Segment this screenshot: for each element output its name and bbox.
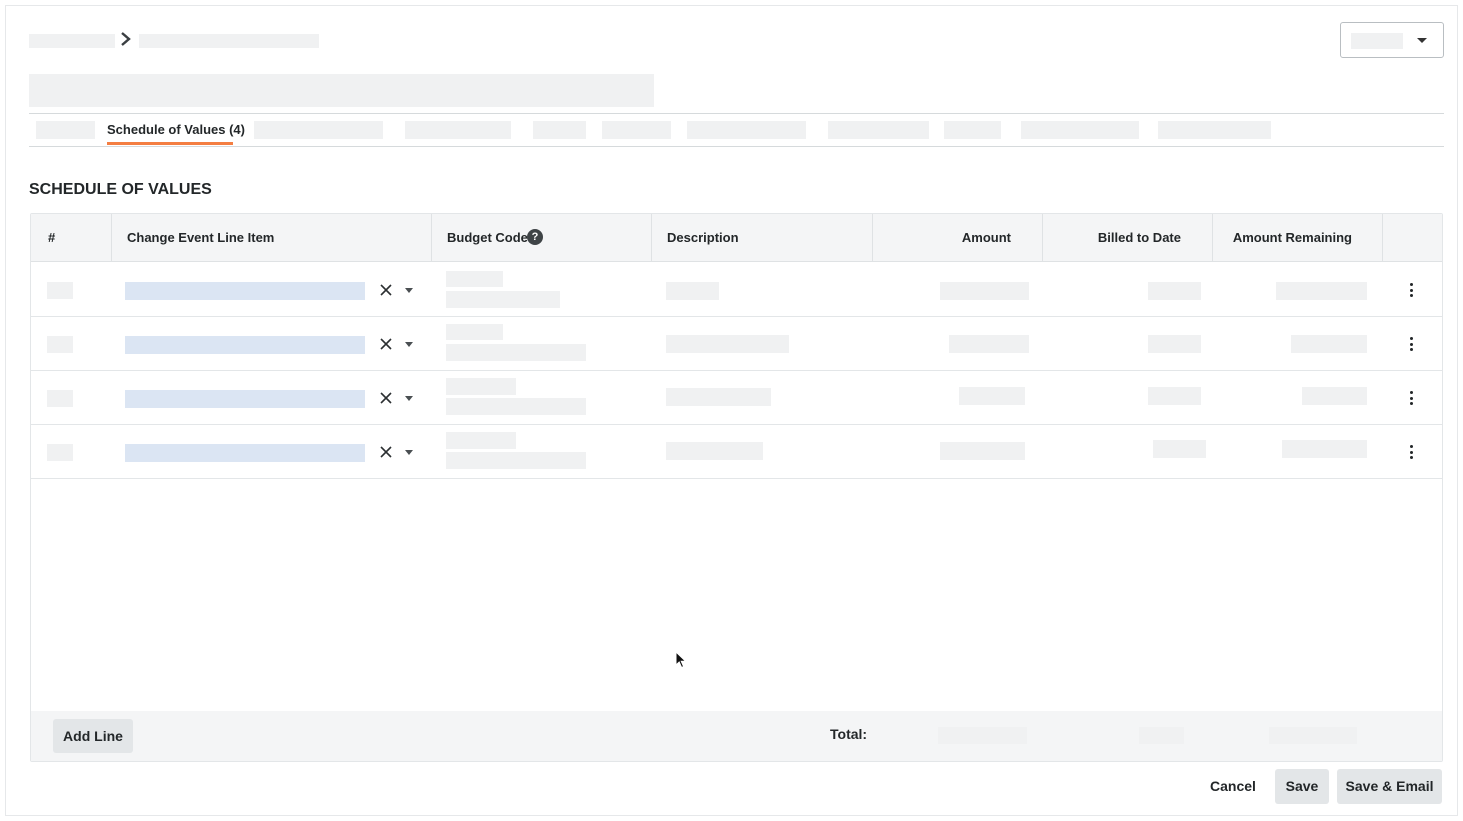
total-amount-skeleton	[938, 727, 1027, 744]
caret-down-icon[interactable]	[405, 450, 413, 455]
column-header-budget-code: Budget Code	[447, 230, 528, 245]
column-header-amount-remaining: Amount Remaining	[1232, 230, 1352, 245]
breadcrumb-item-skeleton[interactable]	[139, 34, 319, 48]
caret-down-icon[interactable]	[405, 288, 413, 293]
budget-code-skeleton	[446, 271, 503, 287]
amount-skeleton	[959, 387, 1025, 405]
more-options-icon[interactable]	[1407, 336, 1415, 352]
row-number-skeleton	[47, 390, 73, 407]
column-header-number: #	[48, 230, 56, 245]
description-skeleton	[666, 335, 789, 353]
budget-code-skeleton	[446, 291, 560, 308]
help-icon[interactable]: ?	[527, 229, 543, 245]
tab-skeleton[interactable]	[254, 121, 383, 139]
line-item-select[interactable]	[125, 336, 365, 354]
mouse-cursor-icon	[675, 651, 687, 669]
tab-skeleton[interactable]	[687, 121, 806, 139]
description-skeleton	[666, 442, 763, 460]
amount-skeleton	[940, 442, 1025, 460]
tabs-divider	[29, 146, 1444, 147]
description-skeleton	[666, 388, 771, 406]
billed-to-date-skeleton	[1148, 282, 1201, 300]
row-number-skeleton	[47, 336, 73, 353]
breadcrumb-item-skeleton[interactable]	[29, 34, 115, 48]
row-number-skeleton	[47, 282, 73, 299]
project-select-value-skeleton	[1351, 33, 1403, 49]
line-item-select[interactable]	[125, 390, 365, 408]
table-footer: Add Line Total:	[31, 711, 1442, 761]
tab-skeleton[interactable]	[1021, 121, 1139, 139]
total-remaining-skeleton	[1269, 727, 1357, 744]
add-line-button[interactable]: Add Line	[53, 719, 133, 753]
clear-icon[interactable]	[379, 445, 393, 459]
billed-to-date-skeleton	[1148, 335, 1201, 353]
section-title: SCHEDULE OF VALUES	[29, 181, 212, 198]
amount-skeleton	[949, 335, 1029, 353]
column-header-amount: Amount	[961, 230, 1011, 245]
tab-skeleton[interactable]	[1158, 121, 1271, 139]
budget-code-skeleton	[446, 452, 586, 469]
line-item-select[interactable]	[125, 282, 365, 300]
more-options-icon[interactable]	[1407, 390, 1415, 406]
page-title-skeleton	[29, 74, 654, 107]
save-and-email-button[interactable]: Save & Email	[1337, 769, 1442, 804]
table-row	[31, 317, 1442, 371]
table-row	[31, 263, 1442, 317]
column-divider	[872, 214, 873, 262]
tab-skeleton[interactable]	[944, 121, 1001, 139]
cancel-button[interactable]: Cancel	[1199, 769, 1267, 804]
clear-icon[interactable]	[379, 283, 393, 297]
budget-code-skeleton	[446, 344, 586, 361]
amount-remaining-skeleton	[1282, 440, 1367, 458]
line-item-select[interactable]	[125, 444, 365, 462]
save-button[interactable]: Save	[1275, 769, 1329, 804]
amount-remaining-skeleton	[1291, 335, 1367, 353]
tab-skeleton[interactable]	[533, 121, 586, 139]
budget-code-skeleton	[446, 324, 503, 340]
project-select[interactable]	[1340, 22, 1444, 58]
caret-down-icon[interactable]	[405, 396, 413, 401]
table-row	[31, 425, 1442, 479]
more-options-icon[interactable]	[1407, 282, 1415, 298]
tab-skeleton[interactable]	[405, 121, 511, 139]
column-header-description: Description	[667, 230, 739, 245]
more-options-icon[interactable]	[1407, 444, 1415, 460]
column-divider	[651, 214, 652, 262]
tab-schedule-of-values[interactable]: Schedule of Values (4)	[107, 122, 245, 137]
row-number-skeleton	[47, 444, 73, 461]
table-row	[31, 371, 1442, 425]
billed-to-date-skeleton	[1153, 440, 1206, 458]
total-billed-skeleton	[1139, 727, 1184, 744]
description-skeleton	[666, 282, 719, 300]
tab-skeleton[interactable]	[36, 121, 95, 139]
tab-skeleton[interactable]	[602, 121, 671, 139]
total-label: Total:	[830, 726, 868, 742]
column-divider	[1042, 214, 1043, 262]
column-divider	[111, 214, 112, 262]
amount-skeleton	[940, 282, 1029, 300]
tab-active-indicator	[107, 142, 233, 145]
schedule-of-values-table: # Change Event Line Item Budget Code ? D…	[30, 213, 1443, 762]
column-header-billed-to-date: Billed to Date	[1097, 230, 1181, 245]
tab-skeleton[interactable]	[828, 121, 929, 139]
amount-remaining-skeleton	[1276, 282, 1367, 300]
budget-code-skeleton	[446, 378, 516, 395]
title-divider	[29, 113, 1444, 114]
budget-code-skeleton	[446, 398, 586, 415]
caret-down-icon[interactable]	[405, 342, 413, 347]
column-divider	[1212, 214, 1213, 262]
clear-icon[interactable]	[379, 391, 393, 405]
clear-icon[interactable]	[379, 337, 393, 351]
caret-down-icon	[1417, 38, 1427, 43]
column-header-change-event-line-item: Change Event Line Item	[127, 230, 275, 245]
column-divider	[1382, 214, 1383, 262]
billed-to-date-skeleton	[1148, 387, 1201, 405]
column-divider	[431, 214, 432, 262]
table-header: # Change Event Line Item Budget Code ? D…	[31, 214, 1442, 262]
amount-remaining-skeleton	[1302, 387, 1367, 405]
budget-code-skeleton	[446, 432, 516, 449]
chevron-right-icon	[121, 32, 131, 46]
